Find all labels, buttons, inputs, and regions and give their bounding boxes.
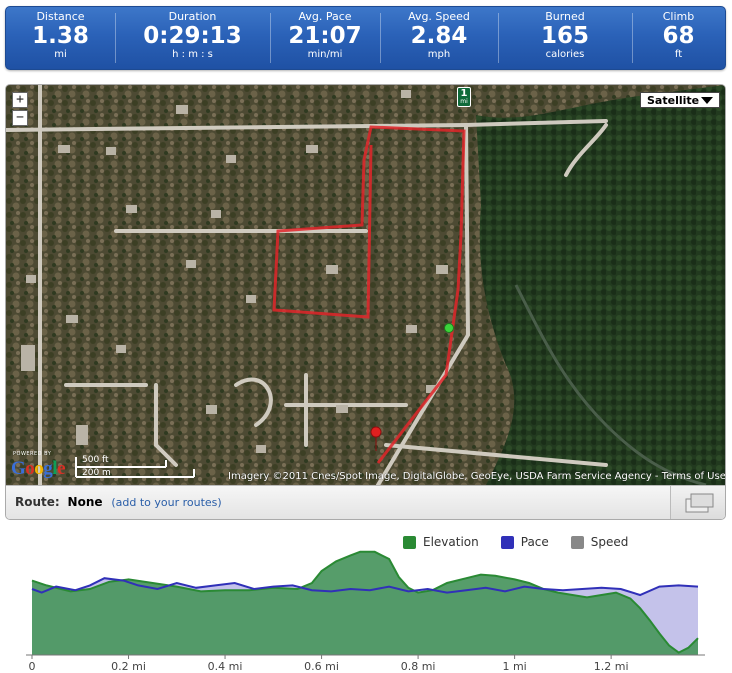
stat-distance: Distance 1.38 mi — [6, 7, 115, 69]
chevron-down-icon — [701, 97, 713, 104]
add-to-routes-link[interactable]: add to your routes — [116, 496, 218, 509]
x-tick-label: 0.6 mi — [304, 660, 339, 673]
x-tick-label: 1.2 mi — [594, 660, 629, 673]
add-route: (add to your routes) — [111, 496, 221, 509]
satellite-map[interactable]: + − Satellite 1 mi POWERED BY Google 500… — [6, 85, 725, 485]
stat-value: 1.38 — [32, 23, 89, 49]
x-tick-label: 0.2 mi — [111, 660, 146, 673]
x-tick-label: 1 mi — [502, 660, 526, 673]
overlap-area — [32, 551, 698, 655]
stat-value: 21:07 — [288, 23, 362, 49]
route-value: None — [67, 495, 103, 509]
stat-label: Duration — [168, 10, 217, 23]
google-logo[interactable]: POWERED BY Google — [9, 451, 73, 479]
stat-avg-speed: Avg. Speed 2.84 mph — [380, 7, 498, 69]
map-attribution[interactable]: Imagery ©2011 Cnes/Spot Image, DigitalGl… — [228, 471, 725, 482]
map-toggle-button[interactable] — [670, 486, 725, 519]
stat-value: 2.84 — [410, 23, 468, 49]
window-toggle-icon — [685, 493, 714, 513]
elevation-pace-chart: 0 0.2 mi 0.4 mi 0.6 mi 0.8 mi 1 mi 1.2 mi — [26, 550, 705, 673]
stat-label: Burned — [545, 10, 585, 23]
powered-by-text: POWERED BY — [13, 451, 52, 457]
stat-burned: Burned 165 calories — [498, 7, 632, 69]
map-panel: + − Satellite 1 mi POWERED BY Google 500… — [5, 84, 726, 520]
map-scale: 500 ft 200 m — [74, 455, 196, 479]
stat-avg-pace: Avg. Pace 21:07 min/mi — [270, 7, 380, 69]
map-type-select[interactable]: Satellite — [640, 92, 720, 108]
start-marker — [444, 323, 454, 333]
stat-value: 0:29:13 — [143, 23, 242, 49]
stat-label: Avg. Pace — [298, 10, 352, 23]
stat-unit: calories — [545, 49, 585, 60]
zoom-out-button[interactable]: − — [12, 110, 28, 126]
mile-marker: 1 mi — [457, 87, 471, 107]
stat-unit: h : m : s — [172, 49, 213, 60]
add-route-suffix: ) — [217, 496, 222, 509]
stat-label: Avg. Speed — [408, 10, 470, 23]
stat-unit: min/mi — [307, 49, 343, 60]
map-type-label: Satellite — [647, 94, 700, 107]
x-tick-label: 0.8 mi — [401, 660, 436, 673]
stat-value: 68 — [662, 23, 695, 49]
google-wordmark: Google — [11, 458, 65, 479]
x-tick-label: 0 — [29, 660, 36, 673]
stat-duration: Duration 0:29:13 h : m : s — [115, 7, 270, 69]
stats-bar: Distance 1.38 mi Duration 0:29:13 h : m : s Av… — [5, 6, 726, 70]
scale-meters: 200 m — [82, 468, 111, 478]
stat-climb: Climb 68 ft — [632, 7, 725, 69]
stat-label: Distance — [36, 10, 85, 23]
stat-unit: mph — [427, 49, 451, 60]
zoom-in-button[interactable]: + — [12, 92, 28, 108]
route-bar: Route: None (add to your routes) — [6, 485, 725, 519]
stat-unit: ft — [674, 49, 683, 60]
stat-label: Climb — [662, 10, 695, 23]
scale-feet: 500 ft — [82, 455, 109, 465]
x-tick-label: 0.4 mi — [208, 660, 243, 673]
route-label: Route: — [15, 495, 60, 509]
stat-unit: mi — [54, 49, 67, 60]
mile-marker-unit: mi — [460, 98, 468, 105]
map-imagery — [6, 85, 725, 485]
stat-value: 165 — [540, 23, 589, 49]
